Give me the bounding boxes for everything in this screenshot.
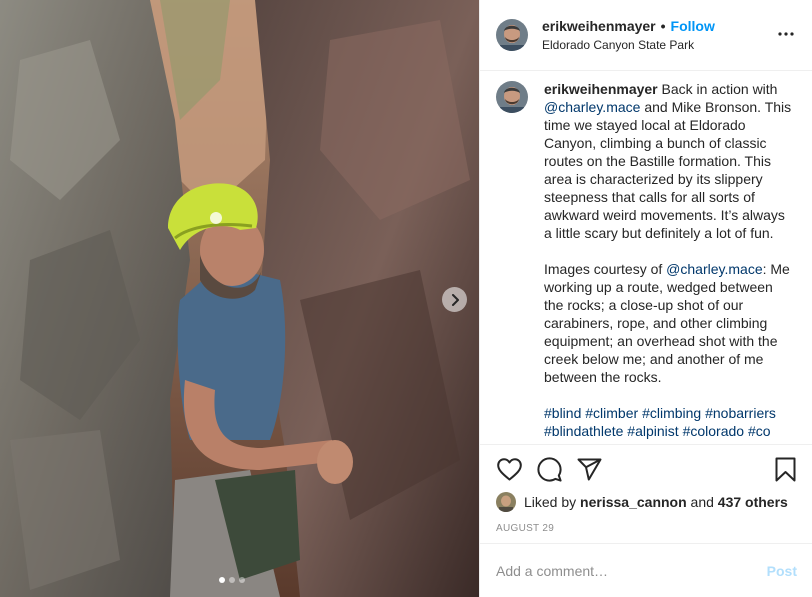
next-slide-button[interactable] <box>442 287 467 312</box>
post-actions: Liked by nerissa_cannon and 437 others A… <box>480 444 812 534</box>
username-link[interactable]: erikweihenmayer <box>542 17 656 35</box>
likes-count-link[interactable]: 437 others <box>718 494 788 510</box>
mention-link[interactable]: @charley.mace <box>544 99 640 115</box>
comment-box: Post <box>480 543 812 597</box>
more-options-icon <box>778 32 794 36</box>
paper-plane-icon <box>577 458 601 480</box>
likes-middle: and <box>686 494 718 510</box>
hashtag-link[interactable]: #colorado <box>683 423 745 439</box>
comment-bubble-icon <box>536 456 562 482</box>
carousel-dot-2 <box>229 577 235 583</box>
hashtag-link[interactable]: #co <box>748 423 771 439</box>
liker-avatar-image <box>496 492 516 512</box>
avatar[interactable] <box>496 19 528 51</box>
hashtag-link[interactable]: #climbing <box>642 405 701 421</box>
hashtag-link[interactable]: #blindathlete <box>544 423 623 439</box>
like-button[interactable] <box>496 456 522 482</box>
caption-text-segment: Images courtesy of <box>544 261 667 277</box>
bookmark-icon <box>775 457 795 481</box>
caption-paragraph-2: Images courtesy of @charley.mace: Me wor… <box>544 260 796 386</box>
caption-avatar[interactable] <box>496 81 528 113</box>
post-comment-button[interactable]: Post <box>767 563 797 579</box>
follow-button[interactable]: Follow <box>671 17 715 35</box>
save-button[interactable] <box>772 456 798 482</box>
instagram-post: erikweihenmayer • Follow Eldorado Canyon… <box>0 0 812 597</box>
caption-paragraph-1: erikweihenmayer Back in action with @cha… <box>544 80 796 242</box>
comment-input[interactable] <box>496 562 767 579</box>
caption-text-segment: Back in action with <box>657 81 778 97</box>
post-side-panel: erikweihenmayer • Follow Eldorado Canyon… <box>479 0 812 597</box>
likes-prefix: Liked by <box>524 494 581 510</box>
hashtag-link[interactable]: #nobarriers <box>705 405 776 421</box>
caption-text: erikweihenmayer Back in action with @cha… <box>544 80 796 444</box>
likes-summary: Liked by nerissa_cannon and 437 others <box>496 492 798 512</box>
share-button[interactable] <box>576 456 602 482</box>
liker-username-link[interactable]: nerissa_cannon <box>580 494 687 510</box>
likes-text: Liked by nerissa_cannon and 437 others <box>524 494 788 510</box>
hashtag-link[interactable]: #blind <box>544 405 581 421</box>
hashtag-list: #blind #climber #climbing #nobarriers #b… <box>544 404 796 440</box>
carousel-indicator <box>219 577 245 583</box>
action-icon-row <box>496 455 798 483</box>
avatar-image <box>496 81 528 113</box>
caption-text-segment: : Me working up a route, wedged between … <box>544 261 790 385</box>
caption-text-segment: and Mike Bronson. This time we stayed lo… <box>544 99 792 241</box>
caption-area: erikweihenmayer Back in action with @cha… <box>480 71 812 444</box>
chevron-right-icon <box>451 293 459 306</box>
post-date[interactable]: AUGUST 29 <box>496 523 798 534</box>
avatar-image <box>496 19 528 51</box>
location-link[interactable]: Eldorado Canyon State Park <box>542 36 715 54</box>
more-options-button[interactable] <box>776 24 796 44</box>
hashtag-link[interactable]: #climber <box>585 405 638 421</box>
climber-photo <box>0 0 479 597</box>
mention-link[interactable]: @charley.mace <box>666 261 762 277</box>
header-title-row: erikweihenmayer • Follow <box>542 17 715 35</box>
comment-button[interactable] <box>536 456 562 482</box>
hashtag-link[interactable]: #alpinist <box>627 423 678 439</box>
header-text: erikweihenmayer • Follow Eldorado Canyon… <box>542 17 715 54</box>
post-photo[interactable] <box>0 0 479 597</box>
separator-dot: • <box>660 17 666 34</box>
liker-avatar[interactable] <box>496 492 516 512</box>
caption-username-link[interactable]: erikweihenmayer <box>544 81 658 97</box>
carousel-dot-3 <box>239 577 245 583</box>
heart-icon <box>496 457 522 480</box>
post-header: erikweihenmayer • Follow Eldorado Canyon… <box>480 0 812 71</box>
carousel-dot-1 <box>219 577 225 583</box>
